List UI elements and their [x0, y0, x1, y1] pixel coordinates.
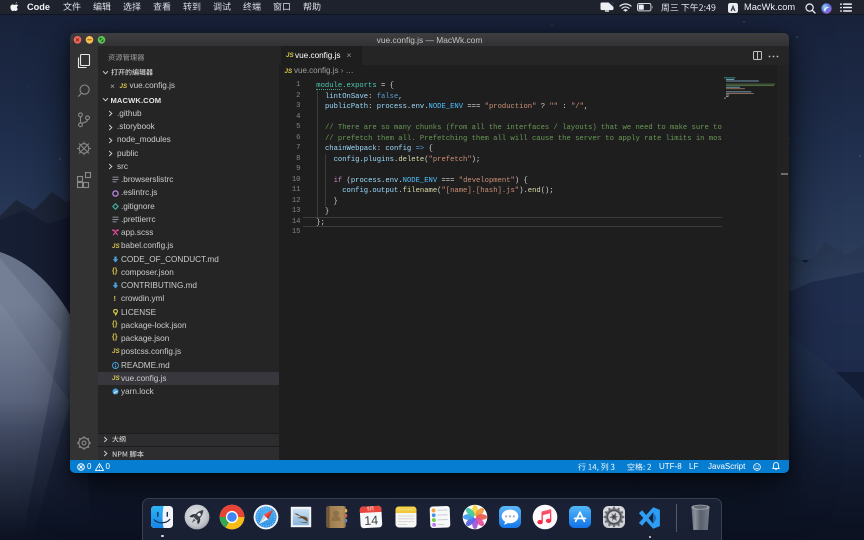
svg-text:14: 14 [364, 513, 379, 528]
